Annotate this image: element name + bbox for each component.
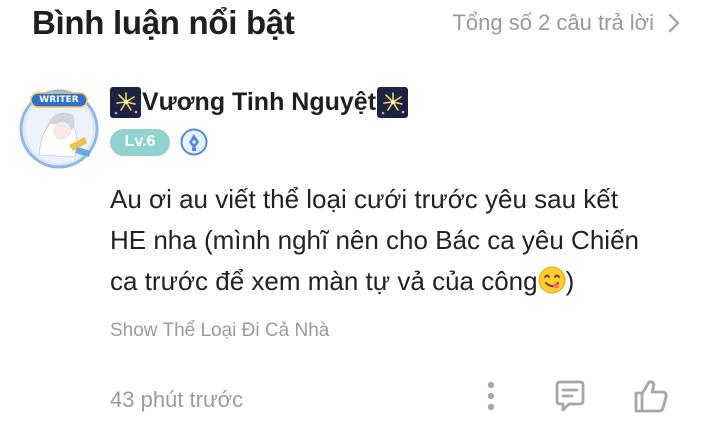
thumbs-up-icon xyxy=(632,377,670,420)
comment-icon xyxy=(552,378,588,419)
topic-tag[interactable]: Show Thể Loại Đi Cả Nhà xyxy=(110,320,329,342)
comment-line: ca trước để xem màn tự vả của công xyxy=(110,266,538,296)
comment-line: HE nha (mình nghĩ nên cho Bác ca yêu Chi… xyxy=(110,225,639,255)
pen-nib-icon xyxy=(180,128,208,156)
avatar-frame-label: WRITER xyxy=(39,95,79,105)
badge-row: Lv.6 xyxy=(110,128,208,156)
username-row: Vương Tinh Nguyệt xyxy=(110,86,409,118)
comment-actions xyxy=(0,378,710,422)
comment-line: Au ơi au viết thể loại cưới trước yêu sa… xyxy=(110,184,618,214)
chevron-right-icon xyxy=(668,13,680,33)
more-options-button[interactable] xyxy=(478,378,504,418)
section-header: Bình luận nổi bật Tổng số 2 câu trả lời xyxy=(0,0,710,52)
username[interactable]: Vương Tinh Nguyệt xyxy=(142,88,376,117)
reply-button[interactable] xyxy=(549,378,591,418)
firework-icon xyxy=(377,86,409,118)
user-avatar[interactable]: WRITER xyxy=(17,85,101,169)
comment-line-3: ca trước để xem màn tự vả của công) xyxy=(110,261,685,302)
firework-icon xyxy=(110,86,141,118)
yum-emoji-icon xyxy=(538,265,566,294)
section-title: Bình luận nổi bật xyxy=(32,4,295,41)
comment-text: Au ơi au viết thể loại cưới trước yêu sa… xyxy=(110,179,685,302)
total-replies-link[interactable]: Tổng số 2 câu trả lời xyxy=(452,10,680,36)
level-badge: Lv.6 xyxy=(110,128,170,156)
total-replies-text: Tổng số 2 câu trả lời xyxy=(452,10,654,35)
more-vertical-icon xyxy=(486,380,496,417)
like-button[interactable] xyxy=(630,378,672,418)
comment-line: ) xyxy=(565,266,575,296)
